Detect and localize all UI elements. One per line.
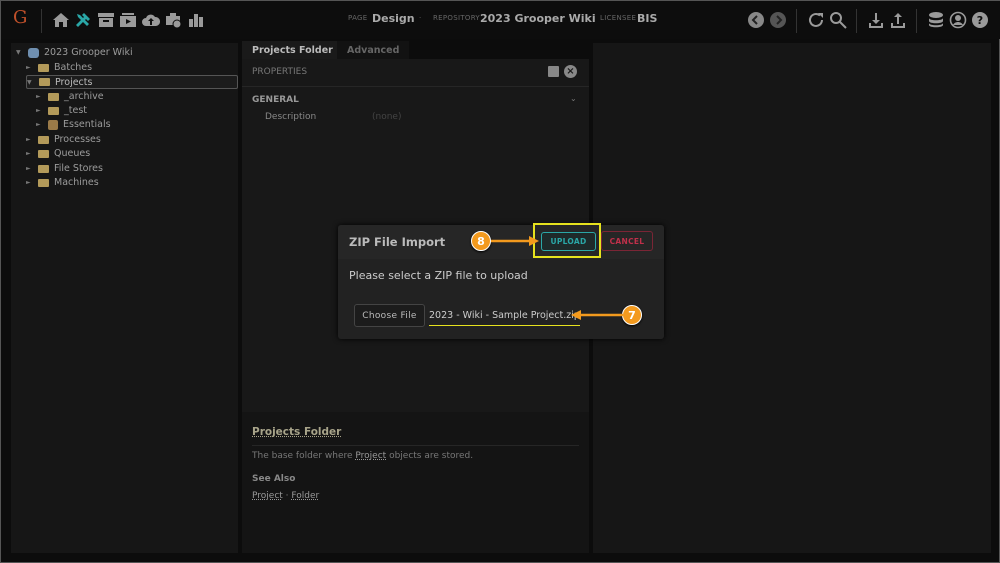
choose-file-button[interactable]: Choose File (354, 304, 425, 327)
tree-item-projects[interactable]: ▼ Projects (26, 75, 238, 89)
upload-icon[interactable] (889, 11, 907, 29)
dialog-title: ZIP File Import (349, 235, 445, 249)
licensee-label: LICENSEE (600, 14, 636, 22)
briefcase-clock-icon[interactable] (164, 11, 182, 29)
download-icon[interactable] (867, 11, 885, 29)
repository-label: REPOSITORY (433, 14, 480, 22)
back-icon[interactable] (747, 11, 765, 29)
help-description: The base folder where Project objects ar… (252, 451, 473, 461)
project-link[interactable]: Project (355, 451, 386, 461)
dialog-prompt: Please select a ZIP file to upload (349, 269, 528, 282)
forward-icon[interactable] (769, 11, 787, 29)
licensee-value: BIS (637, 12, 657, 25)
help-title[interactable]: Projects Folder (252, 426, 341, 438)
top-bar: G PAGE Design · REPOSITORY 2023 Grooper … (1, 1, 1000, 39)
folder-icon (48, 93, 59, 101)
tree-item-essentials[interactable]: ► Essentials (36, 118, 111, 131)
tools-icon[interactable] (74, 11, 92, 29)
folder-icon (39, 78, 50, 86)
cancel-button[interactable]: CANCEL (601, 231, 653, 251)
folder-icon (38, 179, 49, 187)
help-icon[interactable]: ? (971, 11, 989, 29)
close-icon[interactable]: × (564, 65, 577, 78)
tab-projects-folder[interactable]: Projects Folder (242, 41, 343, 59)
refresh-icon[interactable] (807, 11, 825, 29)
arrow-to-upload-icon (491, 235, 541, 247)
tree-item-test[interactable]: ► _test (36, 104, 87, 117)
callout-7: 7 (622, 305, 642, 325)
tree-root[interactable]: ▼ 2023 Grooper Wiki (16, 46, 133, 59)
repository-icon (28, 48, 39, 58)
save-icon[interactable] (548, 66, 559, 77)
see-also-folder-link[interactable]: Folder (291, 491, 319, 501)
folder-icon (38, 64, 49, 72)
grooper-logo: G (13, 7, 27, 28)
selected-file-name: 2023 - Wiki - Sample Project.zip (429, 310, 580, 326)
see-also-project-link[interactable]: Project (252, 491, 283, 501)
section-general[interactable]: GENERAL (252, 95, 299, 105)
properties-title: PROPERTIES (252, 67, 307, 77)
svg-text:?: ? (977, 14, 983, 27)
home-icon[interactable] (52, 11, 70, 29)
property-description-value[interactable]: (none) (372, 112, 401, 122)
queue-play-icon[interactable] (119, 11, 137, 29)
tab-advanced[interactable]: Advanced (337, 41, 409, 59)
tree-panel: ▼ 2023 Grooper Wiki ► Batches ▼ Projects ► _… (11, 43, 238, 553)
callout-8: 8 (471, 231, 491, 251)
folder-icon (38, 150, 49, 158)
chevron-down-icon[interactable]: ⌄ (570, 94, 577, 103)
project-icon (48, 120, 58, 130)
archive-icon[interactable] (97, 11, 115, 29)
arrow-to-file-icon (569, 309, 623, 321)
tree-item-processes[interactable]: ► Processes (26, 133, 101, 146)
see-also-heading: See Also (252, 474, 295, 484)
tree-item-machines[interactable]: ► Machines (26, 176, 99, 189)
help-panel: Projects Folder The base folder where Pr… (242, 412, 589, 553)
page-value: Design (372, 12, 415, 25)
user-icon[interactable] (949, 11, 967, 29)
tree-item-file-stores[interactable]: ► File Stores (26, 162, 103, 175)
repository-value: 2023 Grooper Wiki (480, 12, 596, 25)
tree-item-queues[interactable]: ► Queues (26, 147, 90, 160)
bar-chart-icon[interactable] (187, 11, 205, 29)
upload-highlight-box (533, 223, 601, 258)
folder-icon (48, 107, 59, 115)
search-icon[interactable] (829, 11, 847, 29)
cloud-upload-icon[interactable] (142, 11, 160, 29)
property-description-label: Description (265, 112, 316, 122)
see-also-links: Project · Folder (252, 491, 319, 501)
folder-icon (38, 165, 49, 173)
database-icon[interactable] (927, 11, 945, 29)
folder-icon (38, 136, 49, 144)
page-label: PAGE (348, 14, 368, 22)
tree-item-archive[interactable]: ► _archive (36, 90, 104, 103)
tree-item-batches[interactable]: ► Batches (26, 61, 92, 74)
